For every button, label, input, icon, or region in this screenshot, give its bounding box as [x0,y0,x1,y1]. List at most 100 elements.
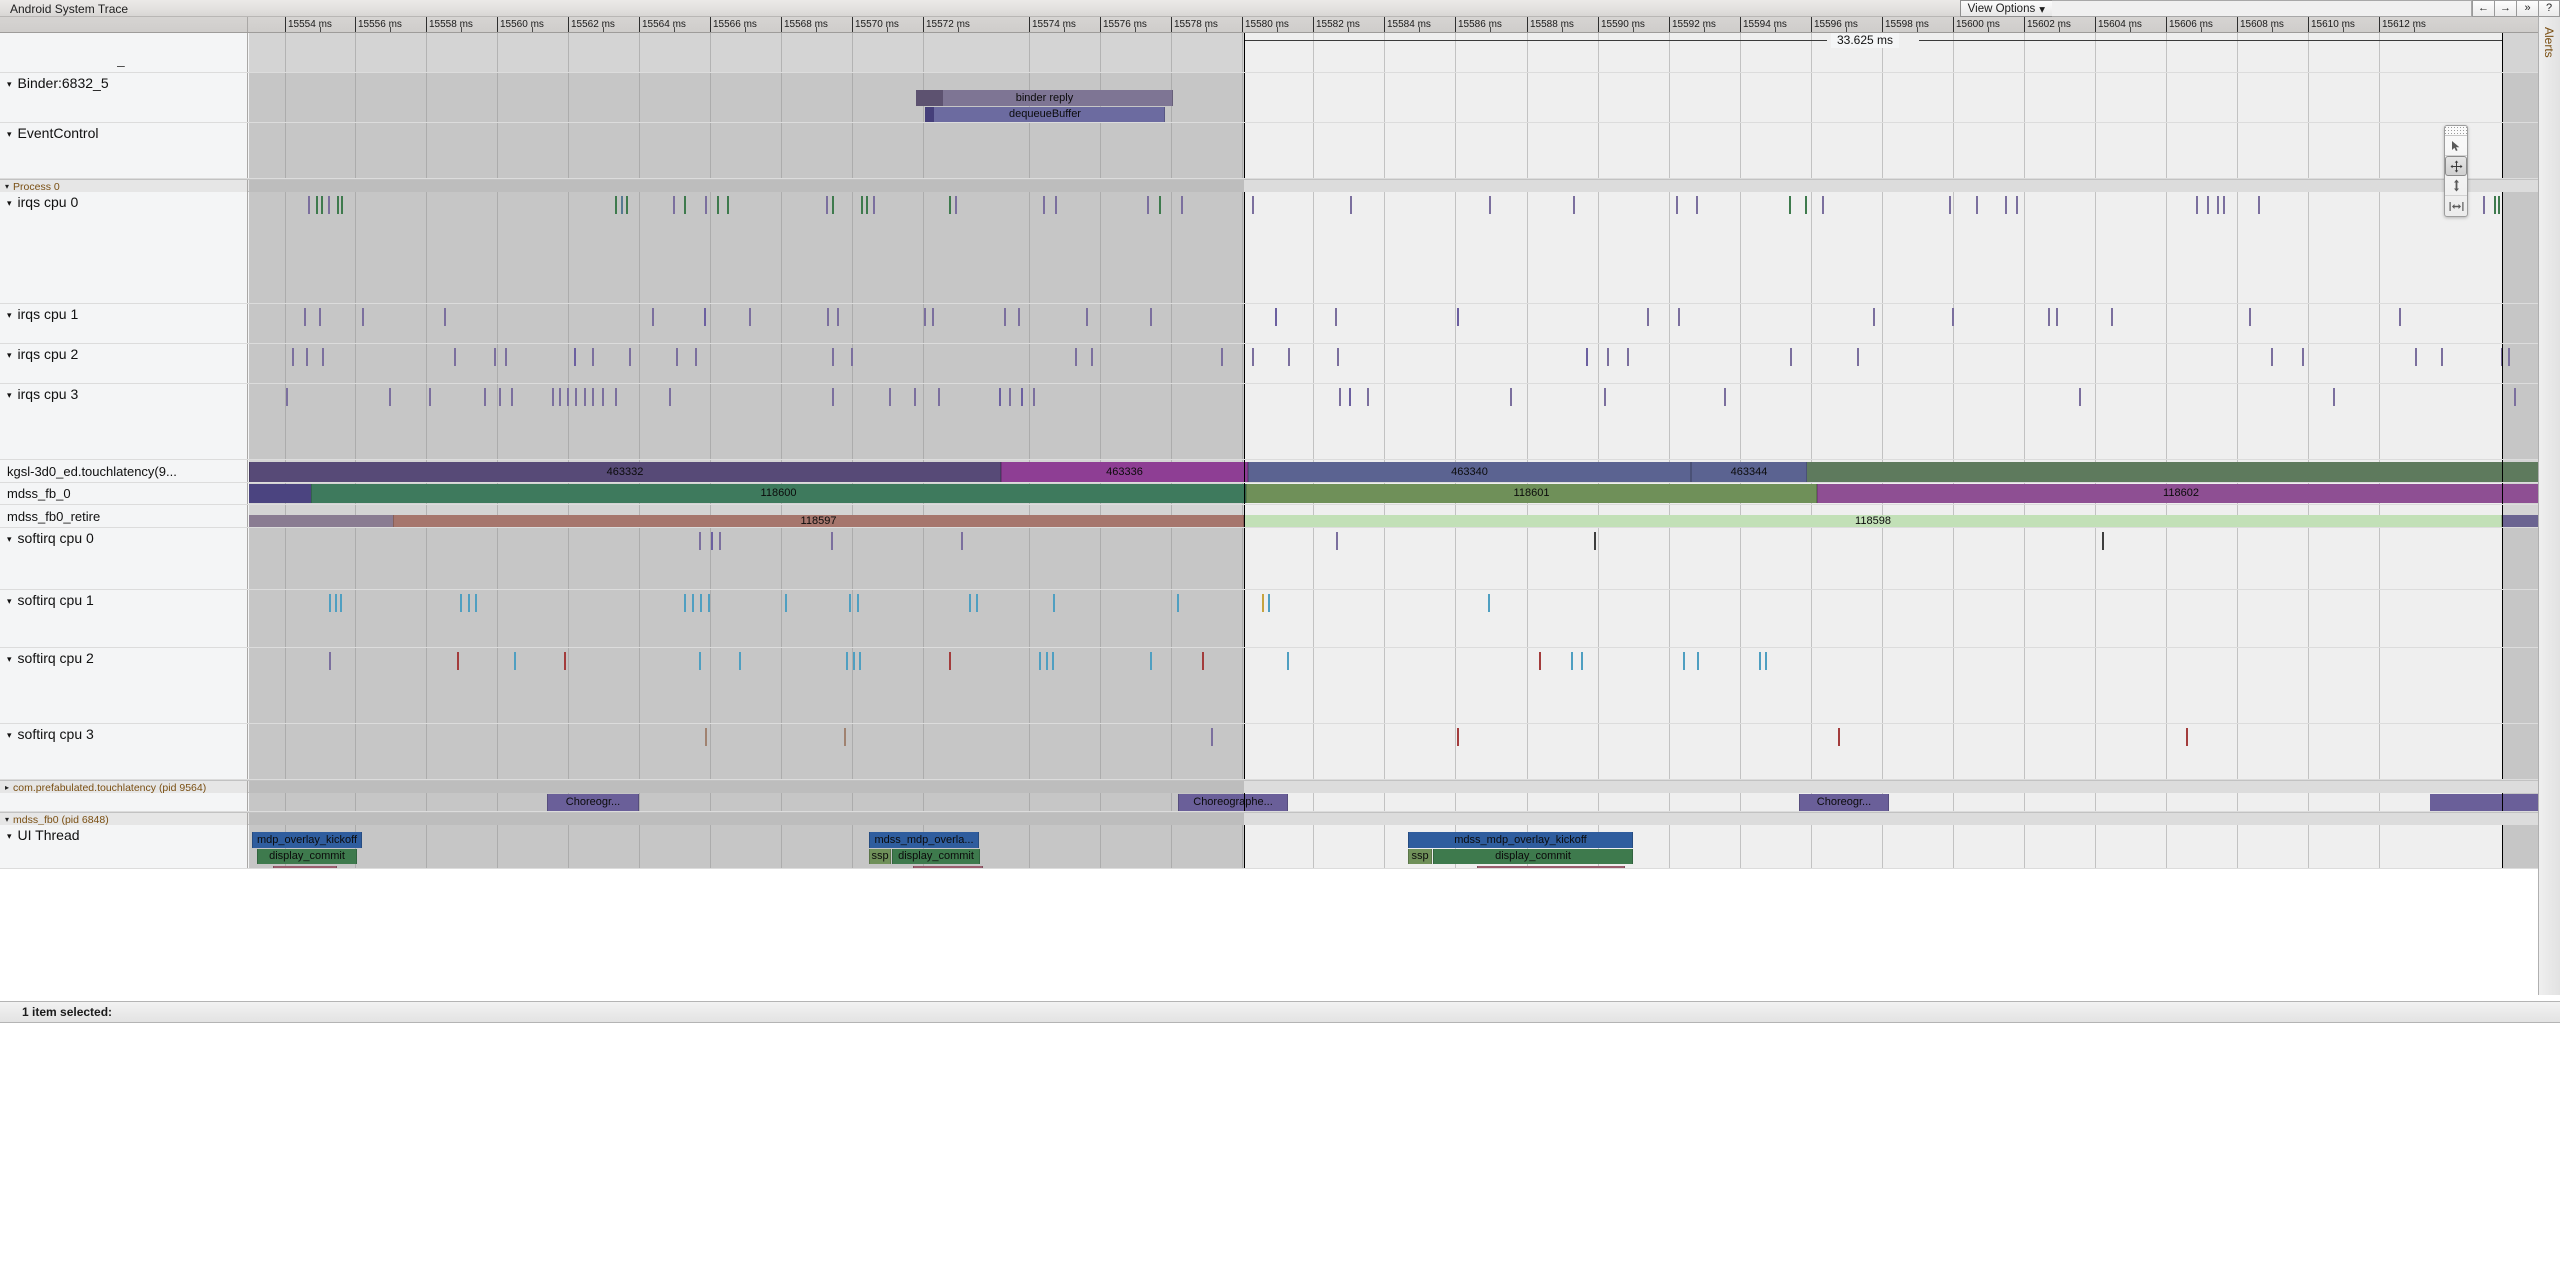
trace-event-tick[interactable] [844,728,846,746]
trace-event-tick[interactable] [592,388,594,406]
trace-event-tick[interactable] [859,652,861,670]
trace-event-tick[interactable] [1202,652,1204,670]
track-row-irqs-cpu-2[interactable]: ▾ irqs cpu 2 [0,344,2560,384]
trace-event-tick[interactable] [1790,348,1792,366]
trace-event-tick[interactable] [739,652,741,670]
triangle-down-icon[interactable]: ▾ [7,534,12,545]
track-label-softirq-cpu-3[interactable]: ▾ softirq cpu 3 [0,724,248,779]
track-canvas-eventcontrol[interactable] [249,123,2560,178]
trace-event-tick[interactable] [494,348,496,366]
selection-line-left[interactable] [1244,793,1245,811]
trace-event-tick[interactable] [429,388,431,406]
trace-event-tick[interactable] [2514,388,2516,406]
trace-event-tick[interactable] [955,196,957,214]
track-row-softirq-cpu-1[interactable]: ▾ softirq cpu 1 [0,590,2560,648]
trace-event-tick[interactable] [1018,308,1020,326]
trace-event-tick[interactable] [949,196,951,214]
trace-event-tick[interactable] [1697,652,1699,670]
trace-event-tick[interactable] [924,308,926,326]
selection-line-right[interactable] [2502,33,2503,72]
trace-event-tick[interactable] [2498,196,2500,214]
trace-event-tick[interactable] [1033,388,1035,406]
trace-event-tick[interactable] [652,308,654,326]
trace-event-tick[interactable] [1150,652,1152,670]
trace-event-tick[interactable] [1457,728,1459,746]
trace-slice[interactable]: wait_p... [273,866,337,868]
track-canvas-irqs-cpu-1[interactable] [249,304,2560,343]
trace-event-tick[interactable] [1838,728,1840,746]
trace-event-tick[interactable] [969,594,971,612]
trace-event-tick[interactable] [704,308,706,326]
trace-event-tick[interactable] [961,532,963,550]
selection-line-left[interactable] [1244,460,1245,482]
track-canvas-kgsl-touchlatency[interactable]: 463332 463336 463340 463344 [249,460,2560,482]
trace-event-tick[interactable] [1086,308,1088,326]
trace-slice[interactable]: Choreogr... [1799,794,1889,811]
trace-event-tick[interactable] [1724,388,1726,406]
trace-slice[interactable] [2430,794,2543,811]
triangle-down-icon[interactable]: ▾ [7,730,12,741]
track-row-choreographer-track[interactable]: Choreogr... Choreographe... Choreogr... [0,793,2560,812]
selection-line-left[interactable] [1244,123,1245,178]
group-header-mdss-fb0-process[interactable]: ▾ mdss_fb0 (pid 6848) [0,812,2560,826]
trace-event-tick[interactable] [1367,388,1369,406]
track-row-softirq-cpu-0[interactable]: ▾ softirq cpu 0 [0,528,2560,590]
trace-slice[interactable]: ssp [1408,849,1432,864]
trace-slice[interactable]: 118600 [311,484,1246,503]
trace-event-tick[interactable] [861,196,863,214]
trace-event-tick[interactable] [460,594,462,612]
trace-event-tick[interactable] [484,388,486,406]
triangle-down-icon[interactable]: ▾ [5,182,9,191]
track-label-binder[interactable]: ▾ Binder:6832_5 [0,73,248,122]
selection-line-right[interactable] [2502,724,2503,779]
track-label-choreographer-track[interactable] [0,793,248,811]
trace-event-tick[interactable] [711,532,713,550]
trace-event-tick[interactable] [1457,308,1459,326]
track-label-eventcontrol[interactable]: ▾ EventControl [0,123,248,178]
trace-event-tick[interactable] [1177,594,1179,612]
trace-event-tick[interactable] [329,594,331,612]
selection-line-right[interactable] [2502,483,2503,504]
selection-line-right[interactable] [2502,384,2503,459]
trace-event-tick[interactable] [1181,196,1183,214]
trace-event-tick[interactable] [2415,348,2417,366]
trace-event-tick[interactable] [853,652,855,670]
selection-line-left[interactable] [1244,192,1245,303]
trace-event-tick[interactable] [1594,532,1596,550]
trace-event-tick[interactable] [1607,348,1609,366]
trace-event-tick[interactable] [705,196,707,214]
trace-event-tick[interactable] [340,594,342,612]
triangle-down-icon[interactable]: ▾ [7,198,12,209]
trace-event-tick[interactable] [2249,308,2251,326]
trace-event-tick[interactable] [2494,196,2496,214]
trace-event-tick[interactable] [304,308,306,326]
trace-event-tick[interactable] [552,388,554,406]
trace-event-tick[interactable] [914,388,916,406]
trace-event-tick[interactable] [389,388,391,406]
trace-event-tick[interactable] [857,594,859,612]
trace-event-tick[interactable] [1268,594,1270,612]
trace-event-tick[interactable] [626,196,628,214]
trace-event-tick[interactable] [1696,196,1698,214]
trace-slice[interactable]: ssp [869,849,891,864]
track-canvas-softirq-cpu-1[interactable] [249,590,2560,647]
trace-event-tick[interactable] [832,196,834,214]
trace-slice[interactable]: 463340 [1248,462,1691,482]
trace-slice[interactable]: binder reply [916,90,1173,106]
track-label-mdss-fb-0[interactable]: mdss_fb_0 [0,483,248,504]
trace-slice[interactable]: 118602 [1817,484,2545,503]
trace-event-tick[interactable] [832,388,834,406]
selection-line-left[interactable] [1244,590,1245,647]
trace-event-tick[interactable] [699,652,701,670]
trace-event-tick[interactable] [1647,308,1649,326]
trace-event-tick[interactable] [1805,196,1807,214]
triangle-down-icon[interactable]: ▾ [7,79,12,90]
triangle-down-icon[interactable]: ▾ [7,654,12,665]
trace-event-tick[interactable] [629,348,631,366]
track-canvas-softirq-cpu-0[interactable] [249,528,2560,589]
trace-event-tick[interactable] [700,594,702,612]
track-row-irqs-cpu-0[interactable]: ▾ irqs cpu 0 [0,192,2560,304]
selection-line-right[interactable] [2502,73,2503,122]
track-row-kgsl-touchlatency[interactable]: kgsl-3d0_ed.touchlatency(9... 463332 46333… [0,460,2560,483]
trace-event-tick[interactable] [1510,388,1512,406]
